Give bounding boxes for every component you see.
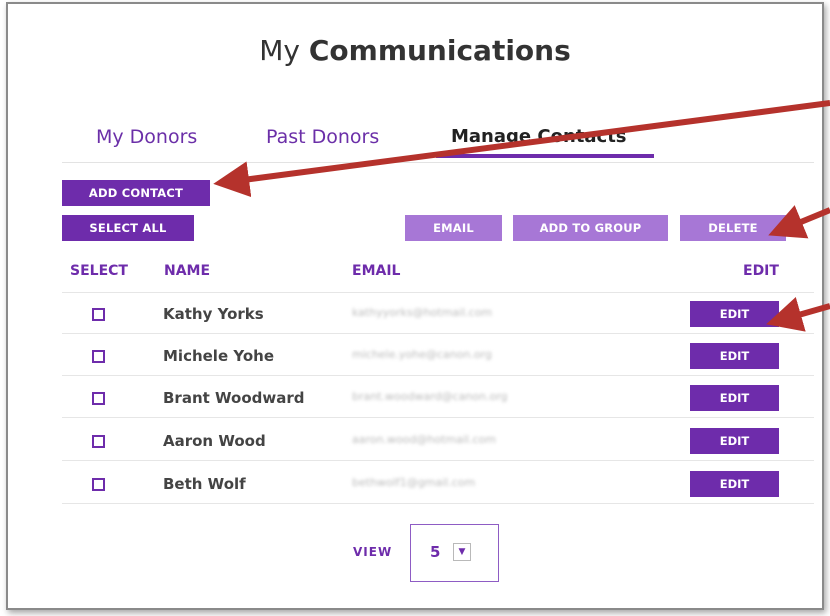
annotation-arrows xyxy=(213,100,830,332)
annotation-arrow-icon xyxy=(766,297,830,332)
annotation-arrow-icon xyxy=(768,205,830,239)
annotation-arrow-icon xyxy=(213,100,830,198)
